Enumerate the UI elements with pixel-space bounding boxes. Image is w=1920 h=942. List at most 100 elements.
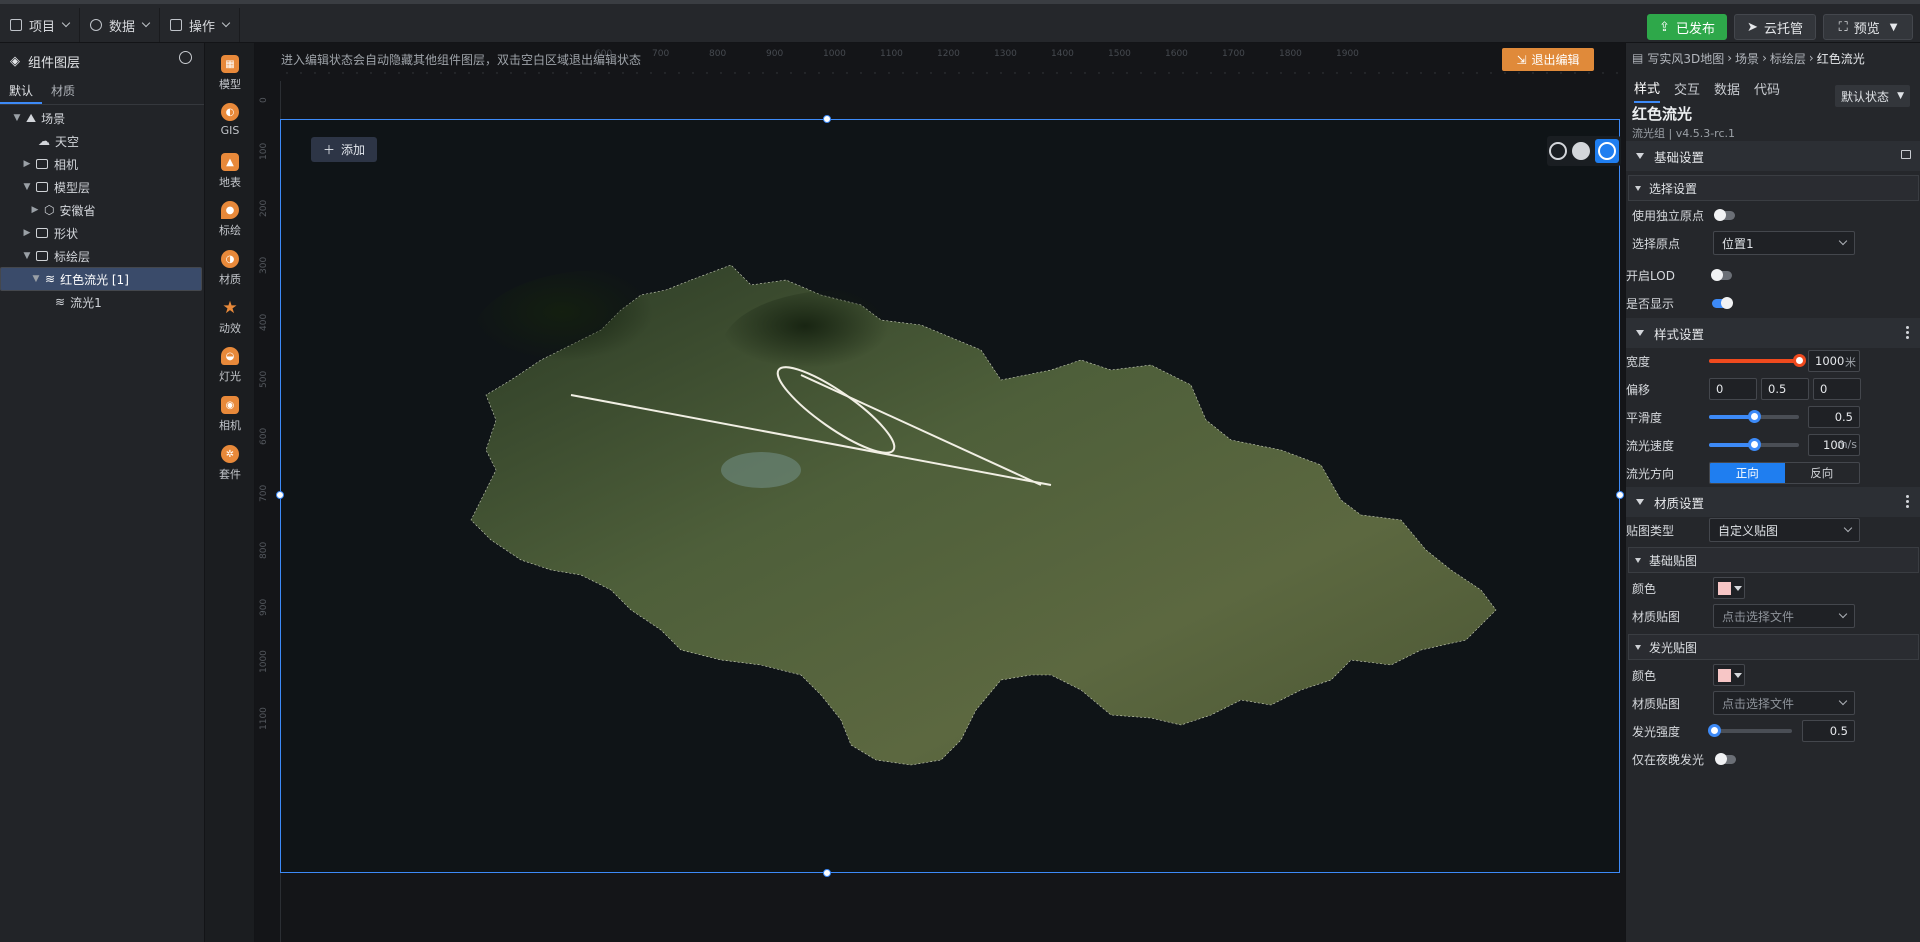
smooth-slider[interactable] bbox=[1709, 410, 1799, 423]
offset-y-input[interactable]: 0.5 bbox=[1761, 378, 1809, 400]
tab-default[interactable]: 默认 bbox=[0, 79, 43, 104]
tree-item-red-flow[interactable]: ▼ ≋ 红色流光 [1] bbox=[0, 267, 202, 291]
glow-color-picker[interactable] bbox=[1713, 664, 1745, 686]
tool-label: 材质 bbox=[219, 273, 241, 286]
resize-handle-left[interactable] bbox=[276, 491, 284, 499]
tool-gis[interactable]: ◐ GIS bbox=[205, 103, 255, 137]
visible-toggle[interactable] bbox=[1712, 297, 1733, 309]
ruler-dot bbox=[1504, 72, 1506, 74]
night-only-toggle[interactable] bbox=[1715, 753, 1736, 765]
resize-handle-top[interactable] bbox=[823, 115, 831, 123]
glow-strength-slider[interactable] bbox=[1708, 724, 1792, 737]
globe-view-icon[interactable] bbox=[1549, 142, 1568, 160]
tool-effect[interactable]: ★ 动效 bbox=[205, 298, 255, 336]
glow-strength-knob[interactable] bbox=[1708, 724, 1721, 737]
ruler-dot bbox=[762, 72, 764, 74]
base-color-picker[interactable] bbox=[1713, 577, 1745, 599]
caret-right-icon[interactable]: ▶ bbox=[22, 159, 32, 169]
lod-label: 开启LOD bbox=[1626, 268, 1675, 283]
resize-handle-right[interactable] bbox=[1616, 491, 1624, 499]
speed-slider-knob[interactable] bbox=[1748, 438, 1761, 451]
direction-forward[interactable]: 正向 bbox=[1710, 463, 1785, 483]
caret-down-icon[interactable]: ▼ bbox=[31, 274, 41, 284]
tab-material[interactable]: 材质 bbox=[42, 79, 84, 104]
use-origin-toggle[interactable] bbox=[1714, 209, 1735, 221]
caret-down-icon[interactable]: ▼ bbox=[22, 182, 32, 192]
ruler-dot bbox=[454, 72, 456, 74]
ruler-tick-label: 1000 bbox=[823, 49, 846, 59]
tool-light[interactable]: ◒ 灯光 bbox=[205, 347, 255, 384]
state-select[interactable]: 默认状态 ▼ bbox=[1835, 85, 1910, 107]
map-type-select[interactable]: 自定义贴图 bbox=[1709, 518, 1860, 542]
resize-handle-bottom[interactable] bbox=[823, 869, 831, 877]
direction-reverse[interactable]: 反向 bbox=[1785, 463, 1860, 483]
scene-viewport[interactable]: ＋ 添加 bbox=[276, 115, 1624, 877]
breadcrumb-item[interactable]: 写实风3D地图 bbox=[1647, 50, 1724, 67]
tree-item-camera[interactable]: ▶ 相机 bbox=[0, 152, 202, 176]
more-icon[interactable] bbox=[1906, 495, 1909, 509]
smooth-slider-knob[interactable] bbox=[1748, 410, 1761, 423]
tool-material[interactable]: ◑ 材质 bbox=[205, 250, 255, 287]
subsection-base-map[interactable]: 基础贴图 bbox=[1628, 547, 1919, 573]
tree-item-shape[interactable]: ▶ 形状 bbox=[0, 221, 202, 245]
width-slider-knob[interactable] bbox=[1793, 354, 1806, 367]
breadcrumb-item[interactable]: 场景 bbox=[1735, 50, 1759, 67]
tab-style[interactable]: 样式 bbox=[1634, 74, 1661, 103]
caret-down-icon[interactable]: ▼ bbox=[22, 251, 32, 261]
lock-icon[interactable] bbox=[1901, 150, 1911, 159]
subsection-title: 选择设置 bbox=[1649, 181, 1698, 196]
caret-down-icon[interactable]: ▼ bbox=[12, 113, 22, 123]
tree-item-sky[interactable]: ☁ 天空 bbox=[0, 129, 202, 153]
section-basic[interactable]: 基础设置 bbox=[1626, 141, 1920, 171]
width-slider[interactable] bbox=[1709, 354, 1806, 367]
exit-edit-button[interactable]: ⇲ 退出编辑 bbox=[1502, 48, 1594, 71]
tab-code[interactable]: 代码 bbox=[1754, 75, 1780, 102]
tab-data[interactable]: 数据 bbox=[1714, 75, 1740, 102]
width-input[interactable]: 1000 米 bbox=[1808, 350, 1860, 372]
ruler-dot bbox=[1560, 72, 1562, 74]
glow-strength-input[interactable]: 0.5 bbox=[1802, 720, 1855, 742]
section-material[interactable]: 材质设置 bbox=[1626, 487, 1920, 517]
tool-plot[interactable]: ● 标绘 bbox=[205, 201, 255, 238]
subsection-select[interactable]: 选择设置 bbox=[1628, 175, 1919, 201]
breadcrumb-item[interactable]: 标绘层 bbox=[1770, 50, 1806, 67]
ruler-tick-label: 1100 bbox=[880, 49, 903, 59]
speed-input[interactable]: 100 m/s bbox=[1808, 434, 1860, 456]
search-icon[interactable] bbox=[179, 51, 192, 64]
tool-model[interactable]: ▦ 模型 bbox=[205, 55, 255, 92]
menu-operation[interactable]: 操作 bbox=[160, 8, 241, 42]
menu-data[interactable]: 数据 bbox=[80, 8, 161, 42]
speed-slider[interactable] bbox=[1709, 438, 1799, 451]
tool-camera[interactable]: ◉ 相机 bbox=[205, 396, 255, 433]
caret-right-icon[interactable]: ▶ bbox=[22, 228, 32, 238]
subsection-glow-map[interactable]: 发光贴图 bbox=[1628, 634, 1919, 660]
tool-terrain[interactable]: ▲ 地表 bbox=[205, 153, 255, 190]
add-button[interactable]: ＋ 添加 bbox=[311, 137, 377, 162]
smooth-input[interactable]: 0.5 bbox=[1808, 406, 1860, 428]
lod-toggle[interactable] bbox=[1711, 269, 1732, 281]
tree-item-model-layer[interactable]: ▼ 模型层 bbox=[0, 175, 202, 199]
tab-interaction[interactable]: 交互 bbox=[1674, 75, 1700, 102]
direction-toggle[interactable]: 正向 反向 bbox=[1709, 462, 1860, 484]
menu-project[interactable]: 项目 bbox=[0, 8, 81, 42]
published-button[interactable]: ⇪ 已发布 bbox=[1647, 14, 1727, 40]
preview-button[interactable]: ⛶ 预览 ▼ bbox=[1823, 14, 1913, 40]
offset-x-input[interactable]: 0 bbox=[1709, 378, 1757, 400]
orbit-view-button[interactable] bbox=[1594, 139, 1619, 163]
component-name: 红色流光 bbox=[1632, 105, 1693, 123]
tree-item-flow1[interactable]: ≋ 流光1 bbox=[0, 290, 202, 314]
origin-select[interactable]: 位置1 bbox=[1713, 231, 1855, 255]
cloud-hosting-button[interactable]: ➤ 云托管 bbox=[1734, 14, 1816, 40]
sphere-view-icon[interactable] bbox=[1571, 142, 1590, 160]
tree-item-plot-layer[interactable]: ▼ 标绘层 bbox=[0, 244, 202, 268]
glow-texture-select[interactable]: 点击选择文件 bbox=[1713, 691, 1855, 715]
tool-kit[interactable]: ✲ 套件 bbox=[205, 445, 255, 482]
base-texture-select[interactable]: 点击选择文件 bbox=[1713, 604, 1855, 628]
offset-z-input[interactable]: 0 bbox=[1813, 378, 1861, 400]
section-style[interactable]: 样式设置 bbox=[1626, 318, 1920, 348]
tree-item-scene[interactable]: ▼ ⛰ 场景 bbox=[0, 106, 202, 130]
canvas-area[interactable]: 600 700 800 900 1000 1100 1200 1300 1400 1500 1600… bbox=[255, 43, 1625, 942]
more-icon[interactable] bbox=[1906, 326, 1909, 340]
caret-right-icon[interactable]: ▶ bbox=[30, 205, 40, 215]
tree-item-anhui[interactable]: ▶ ⬡ 安徽省 bbox=[0, 198, 202, 222]
